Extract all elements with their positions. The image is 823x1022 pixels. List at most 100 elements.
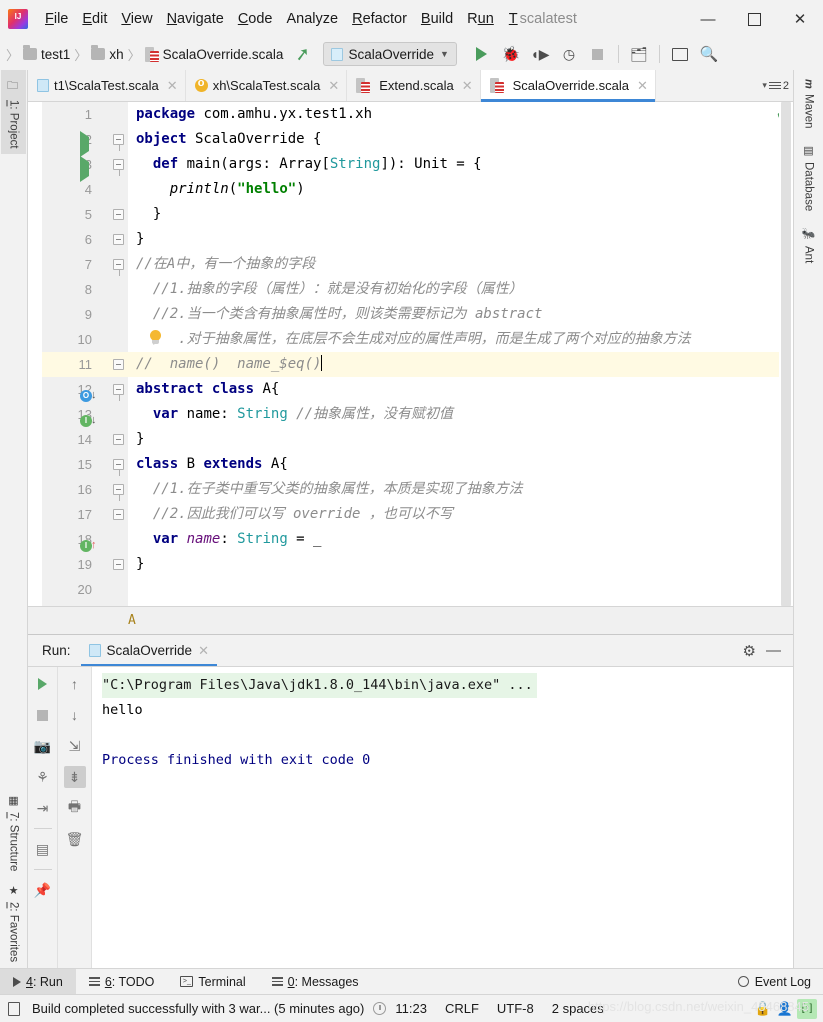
code-fold-toggle-icon[interactable] — [113, 209, 124, 220]
make-project-icon[interactable]: ➚ — [294, 43, 312, 65]
code-fold-toggle-icon[interactable] — [113, 509, 124, 520]
run-console-output[interactable]: "C:\Program Files\Java\jdk1.8.0_144\bin\… — [92, 667, 793, 968]
menu-edit[interactable]: Edit — [75, 9, 114, 29]
search-everywhere-icon[interactable]: 🔍 — [696, 41, 722, 67]
code-line[interactable]: } — [136, 552, 793, 577]
menu-build[interactable]: Build — [414, 9, 460, 29]
sidebar-item-project[interactable]: 🗀 1: Project — [1, 70, 26, 155]
camera-icon[interactable]: 📷 — [32, 735, 54, 757]
chevron-down-icon[interactable]: ▾ — [762, 80, 767, 91]
code-line[interactable]: } — [136, 427, 793, 452]
debug-icon[interactable]: 🐞 — [498, 41, 524, 67]
rerun-icon[interactable] — [32, 673, 54, 695]
close-button[interactable]: ✕ — [777, 4, 823, 34]
code-line[interactable]: } — [136, 202, 793, 227]
code-fold-toggle-icon[interactable] — [113, 259, 124, 276]
intention-bulb-icon[interactable] — [149, 330, 162, 347]
close-icon[interactable]: ✕ — [167, 78, 178, 94]
layout-icon[interactable]: ▤ — [32, 838, 54, 860]
tab-scalatest-test1[interactable]: t1\ScalaTest.scala ✕ — [28, 70, 186, 101]
sidebar-item-ant[interactable]: 🐜 Ant — [799, 223, 818, 269]
menu-navigate[interactable]: Navigate — [160, 9, 231, 29]
code-line[interactable]: package com.amhu.yx.test1.xh — [136, 102, 793, 127]
menu-code[interactable]: Code — [231, 9, 280, 29]
tab-list-button[interactable]: 2 — [768, 80, 789, 92]
code-line[interactable]: / .对于抽象属性，在底层不会生成对应的属性声明，而是生成了两个对应的抽象方法 — [136, 327, 793, 352]
breadcrumb-test1[interactable]: test1 — [23, 45, 70, 62]
run-with-coverage-icon[interactable]: ◖▶ — [527, 41, 553, 67]
sidebar-item-structure[interactable]: ▦ 7: Structure — [4, 788, 23, 877]
close-icon[interactable]: ✕ — [328, 78, 339, 94]
close-icon[interactable]: ✕ — [198, 643, 209, 659]
code-fold-toggle-icon[interactable] — [113, 459, 124, 476]
code-fold-toggle-icon[interactable] — [113, 234, 124, 245]
code-line[interactable]: } — [136, 227, 793, 252]
code-fold-toggle-icon[interactable] — [113, 384, 124, 401]
code-line[interactable]: class B extends A{ — [136, 452, 793, 477]
print-icon[interactable]: 🖶 — [64, 797, 86, 819]
code-line[interactable]: //1.在子类中重写父类的抽象属性，本质是实现了抽象方法 — [136, 477, 793, 502]
code-line[interactable]: var name: String //抽象属性，没有赋初值 — [136, 402, 793, 427]
bottom-tab-todo[interactable]: 6: TODO — [76, 969, 168, 994]
scrollbar-thumb[interactable] — [781, 102, 791, 606]
settings-gear-icon[interactable]: ⚙ — [743, 642, 756, 660]
editor-scrollbar[interactable] — [779, 102, 793, 606]
close-icon[interactable]: ✕ — [637, 78, 648, 94]
run-icon[interactable] — [469, 41, 495, 67]
export-icon[interactable]: ⇥ — [32, 797, 54, 819]
scroll-to-end-icon[interactable]: ⇟ — [63, 766, 86, 788]
run-configuration-selector[interactable]: ScalaOverride ▼ — [322, 42, 457, 66]
minimize-button[interactable]: — — [685, 4, 731, 34]
down-arrow-icon[interactable]: ↓ — [64, 704, 86, 726]
code-line[interactable]: //2.当一个类含有抽象属性时，则该类需要标记为 abstract — [136, 302, 793, 327]
thread-dump-icon[interactable]: ⚘ — [32, 766, 54, 788]
code-line[interactable]: //1.抽象的字段（属性）：就是没有初始化的字段（属性） — [136, 277, 793, 302]
menu-run[interactable]: Run — [460, 9, 501, 29]
console-icon[interactable] — [667, 41, 693, 67]
hide-panel-icon[interactable]: — — [766, 642, 781, 659]
event-log-label[interactable]: Event Log — [755, 975, 811, 989]
maximize-button[interactable] — [731, 4, 777, 34]
code-line[interactable]: // name() name_$eq() — [128, 352, 793, 377]
menu-analyze[interactable]: Analyze — [280, 9, 346, 29]
code-line[interactable]: abstract class A{ — [136, 377, 793, 402]
status-encoding[interactable]: UTF-8 — [488, 1001, 543, 1016]
code-fold-toggle-icon[interactable] — [113, 134, 124, 151]
close-icon[interactable]: ✕ — [462, 78, 473, 94]
code-line[interactable]: def main(args: Array[String]): Unit = { — [136, 152, 793, 177]
editor-code-area[interactable]: package com.amhu.yx.test1.xh object Scala… — [128, 102, 793, 606]
stop-icon[interactable] — [585, 41, 611, 67]
breadcrumb-class-a[interactable]: A — [128, 613, 136, 628]
breadcrumb-xh[interactable]: xh — [91, 45, 124, 62]
code-fold-toggle-icon[interactable] — [113, 359, 124, 370]
sidebar-item-maven[interactable]: m Maven — [800, 74, 818, 133]
code-line[interactable]: println("hello") — [136, 177, 793, 202]
menu-file[interactable]: File — [38, 9, 75, 29]
soft-wrap-icon[interactable]: ⇲ — [64, 735, 86, 757]
project-structure-icon[interactable]: 🗂 — [626, 41, 652, 67]
code-line[interactable]: //2.因此我们可以写 override ，也可以不写 — [136, 502, 793, 527]
code-line[interactable]: //在A中，有一个抽象的字段 — [136, 252, 793, 277]
sidebar-item-favorites[interactable]: ★ 2: Favorites — [4, 878, 23, 968]
sidebar-item-database[interactable]: ▤ Database — [799, 139, 818, 216]
code-line[interactable] — [136, 577, 793, 602]
code-fold-toggle-icon[interactable] — [113, 159, 124, 176]
status-line-separator[interactable]: CRLF — [436, 1001, 488, 1016]
profile-icon[interactable]: ◷ — [556, 41, 582, 67]
menu-view[interactable]: View — [114, 9, 159, 29]
git-branch-icon[interactable]: [↑] — [797, 998, 817, 1019]
tab-scalatest-xh[interactable]: xh\ScalaTest.scala ✕ — [186, 70, 348, 101]
code-fold-toggle-icon[interactable] — [113, 559, 124, 570]
bottom-tab-messages[interactable]: 0: Messages — [259, 969, 372, 994]
code-line[interactable]: var name: String = _ — [136, 527, 793, 552]
code-fold-toggle-icon[interactable] — [113, 484, 124, 501]
code-line[interactable]: object ScalaOverride { — [136, 127, 793, 152]
trash-icon[interactable]: 🗑 — [64, 828, 86, 850]
menu-refactor[interactable]: Refactor — [345, 9, 414, 29]
inspector-icon[interactable]: 👤 — [775, 999, 795, 1019]
pin-icon[interactable]: 📌 — [32, 879, 54, 901]
tab-extend[interactable]: Extend.scala ✕ — [347, 70, 481, 101]
status-indent[interactable]: 2 spaces — [543, 1001, 613, 1016]
bottom-tab-terminal[interactable]: >_ Terminal — [167, 969, 258, 994]
lock-icon[interactable]: 🔓 — [753, 999, 773, 1019]
